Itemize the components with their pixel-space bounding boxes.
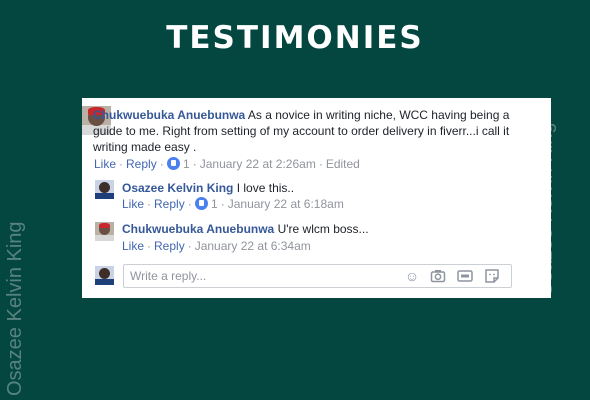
reply-link[interactable]: Reply — [154, 239, 185, 253]
like-reaction-icon[interactable] — [194, 197, 208, 210]
comment-timestamp[interactable]: January 22 at 6:34am — [195, 239, 311, 253]
reply-input[interactable] — [130, 265, 400, 287]
edited-label[interactable]: Edited — [326, 157, 360, 171]
camera-icon[interactable] — [430, 268, 446, 284]
gif-icon[interactable] — [457, 268, 473, 284]
reaction-count[interactable]: 1 — [211, 197, 218, 211]
comment-body: Chukwuebuka Anuebunwa As a novice in wri… — [93, 107, 513, 155]
avatar — [95, 266, 114, 285]
like-link[interactable]: Like — [94, 157, 116, 171]
comment-text: I love this.. — [236, 181, 295, 195]
comment-timestamp[interactable]: January 22 at 6:18am — [228, 197, 344, 211]
page-title: TESTIMONIES — [166, 20, 424, 56]
sticker-icon[interactable] — [484, 268, 500, 284]
avatar[interactable] — [95, 180, 114, 199]
comment-timestamp[interactable]: January 22 at 2:26am — [200, 157, 316, 171]
like-link[interactable]: Like — [122, 239, 144, 253]
comment-actions: Like · Reply · 1 · January 22 at 2:26am · Edite… — [94, 157, 360, 171]
like-reaction-icon[interactable] — [166, 157, 180, 170]
emoji-icon[interactable]: ☺ — [404, 268, 420, 284]
comment-author[interactable]: Chukwuebuka Anuebunwa — [93, 108, 245, 122]
like-link[interactable]: Like — [122, 197, 144, 211]
comment-author[interactable]: Osazee Kelvin King — [122, 181, 233, 195]
avatar[interactable] — [95, 222, 114, 241]
reply-composer: ☺ — [123, 264, 512, 288]
comment-body: Osazee Kelvin King I love this.. — [122, 180, 502, 196]
comment-body: Chukwuebuka Anuebunwa U're wlcm boss... — [122, 221, 502, 237]
watermark-left: Osazee Kelvin King — [4, 221, 26, 396]
comment-actions: Like · Reply · January 22 at 6:34am — [122, 239, 311, 253]
reply-link[interactable]: Reply — [154, 197, 185, 211]
reaction-count[interactable]: 1 — [183, 157, 190, 171]
reply-link[interactable]: Reply — [126, 157, 157, 171]
comment-actions: Like · Reply · 1 · January 22 at 6:18am — [122, 197, 344, 211]
comment-thread-card: Chukwuebuka Anuebunwa As a novice in wri… — [82, 98, 551, 298]
comment-text: U're wlcm boss... — [277, 222, 369, 236]
comment-author[interactable]: Chukwuebuka Anuebunwa — [122, 222, 274, 236]
